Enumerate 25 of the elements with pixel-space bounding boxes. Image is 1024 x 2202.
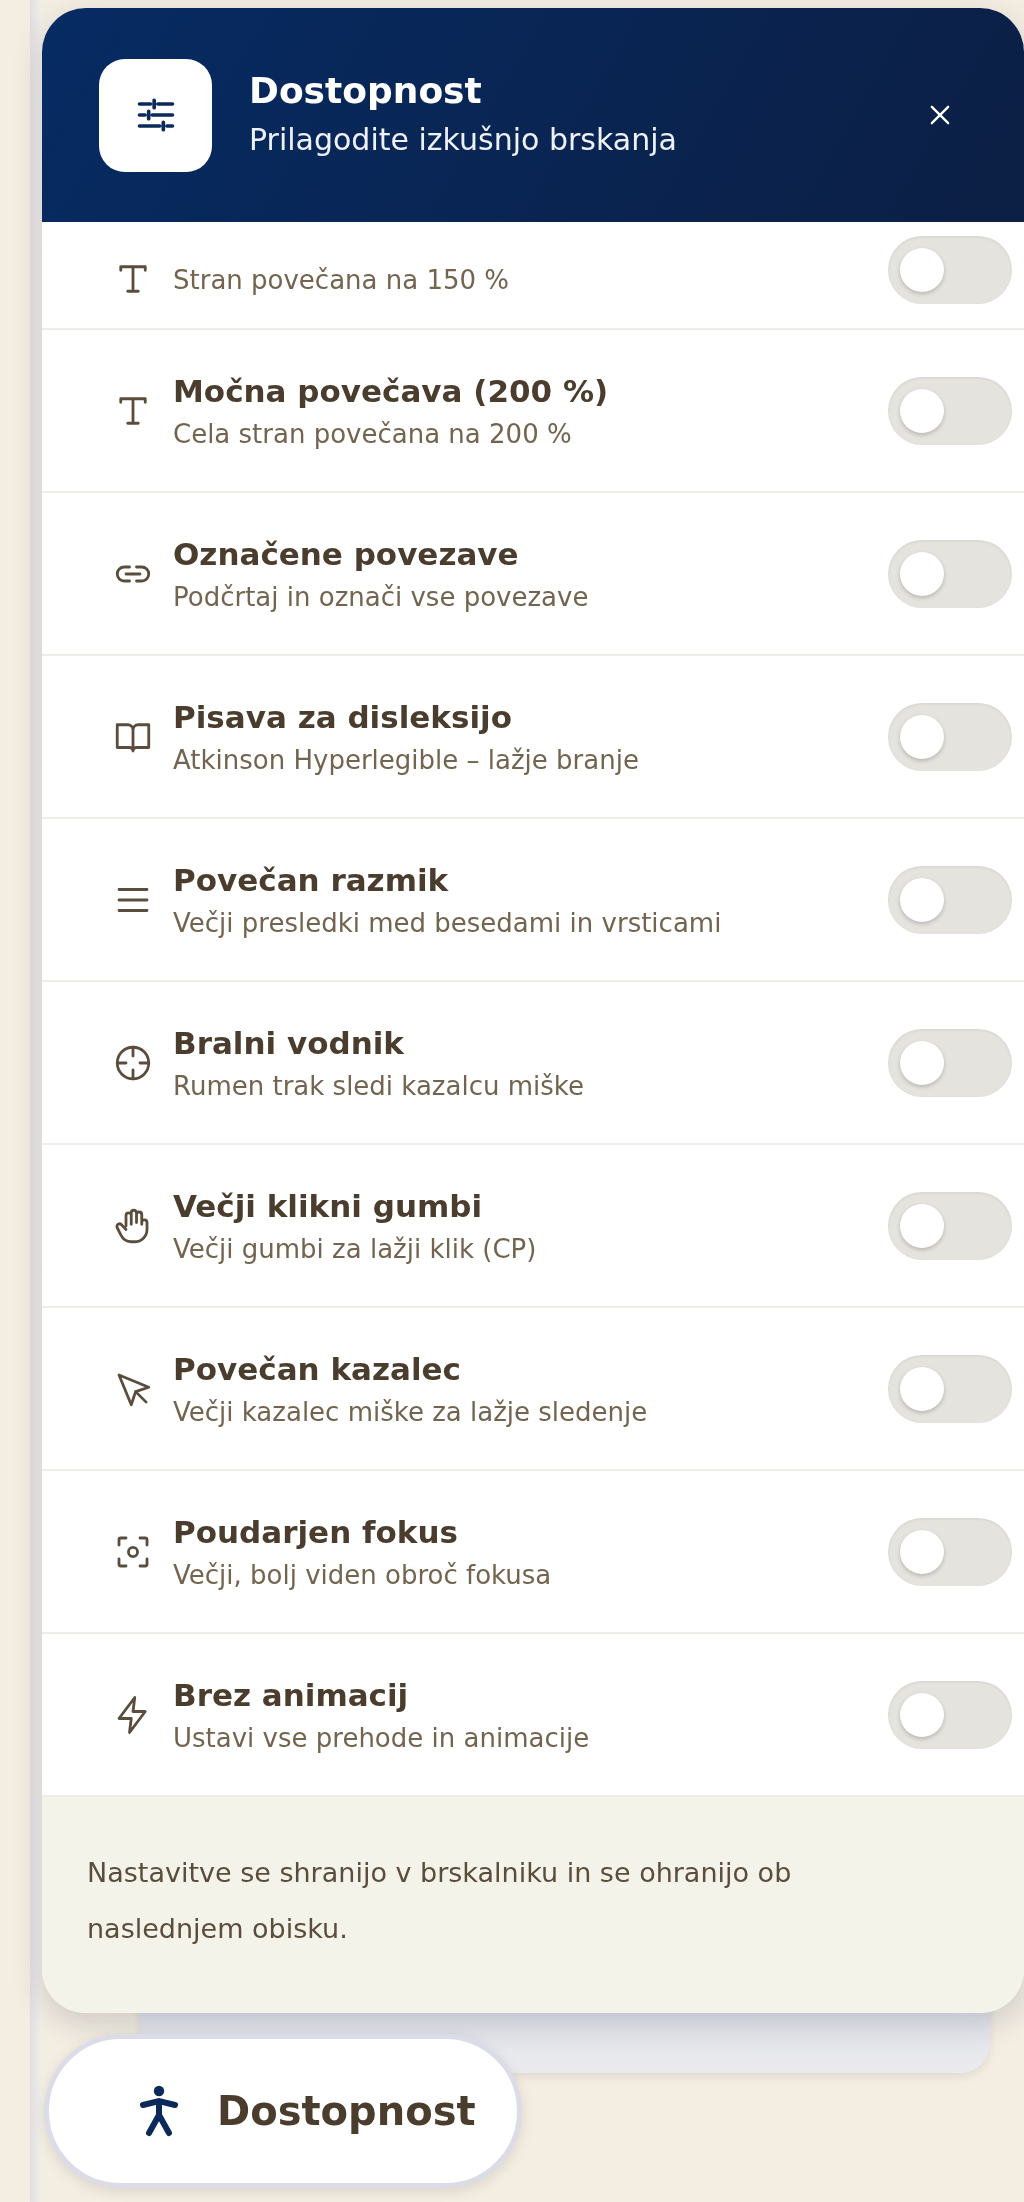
option-description: Večji gumbi za lažji klik (CP) <box>173 1232 538 1266</box>
footer-note: Nastavitve se shranijo v brskalniku in se ohranijo ob naslednjem obisku. <box>87 1856 793 1946</box>
panel-subtitle: Prilagodite izkušnjo brskanja <box>249 121 678 159</box>
option-description: Večji presledki med besedami in vrsticami <box>173 906 723 940</box>
option-title: Označene povezave <box>173 534 520 574</box>
option-description: Večji, bolj viden obroč fokusa <box>173 1558 553 1592</box>
option-title: Močna povečava (200 %) <box>173 371 610 411</box>
option-description: Podčrtaj in označi vse povezave <box>173 580 590 614</box>
option-description: Atkinson Hyperlegible – lažje branje <box>173 743 640 777</box>
person-icon <box>139 2083 179 2139</box>
option-title: Bralni vodnik <box>173 1023 405 1063</box>
option-title: Pisava za disleksijo <box>173 697 513 737</box>
option-title: Povečan kazalec <box>173 1349 462 1389</box>
sliders-icon <box>99 58 212 172</box>
accessibility-button[interactable]: Dostopnost <box>44 2034 522 2188</box>
option-title: Večji klikni gumbi <box>173 1186 484 1226</box>
option-title: Poudarjen fokus <box>173 1512 459 1552</box>
option-description: Stran povečana na 150 % <box>173 264 511 297</box>
option-title: Povečan razmik <box>173 860 450 900</box>
option-description: Rumen trak sledi kazalcu miške <box>173 1069 585 1103</box>
option-description: Cela stran povečana na 200 % <box>173 417 573 451</box>
option-description: Ustavi vse prehode in animacije <box>173 1721 591 1755</box>
option-title: Brez animacij <box>173 1675 410 1715</box>
option-description: Večji kazalec miške za lažje sledenje <box>173 1395 649 1429</box>
panel-title: Dostopnost <box>249 69 483 113</box>
